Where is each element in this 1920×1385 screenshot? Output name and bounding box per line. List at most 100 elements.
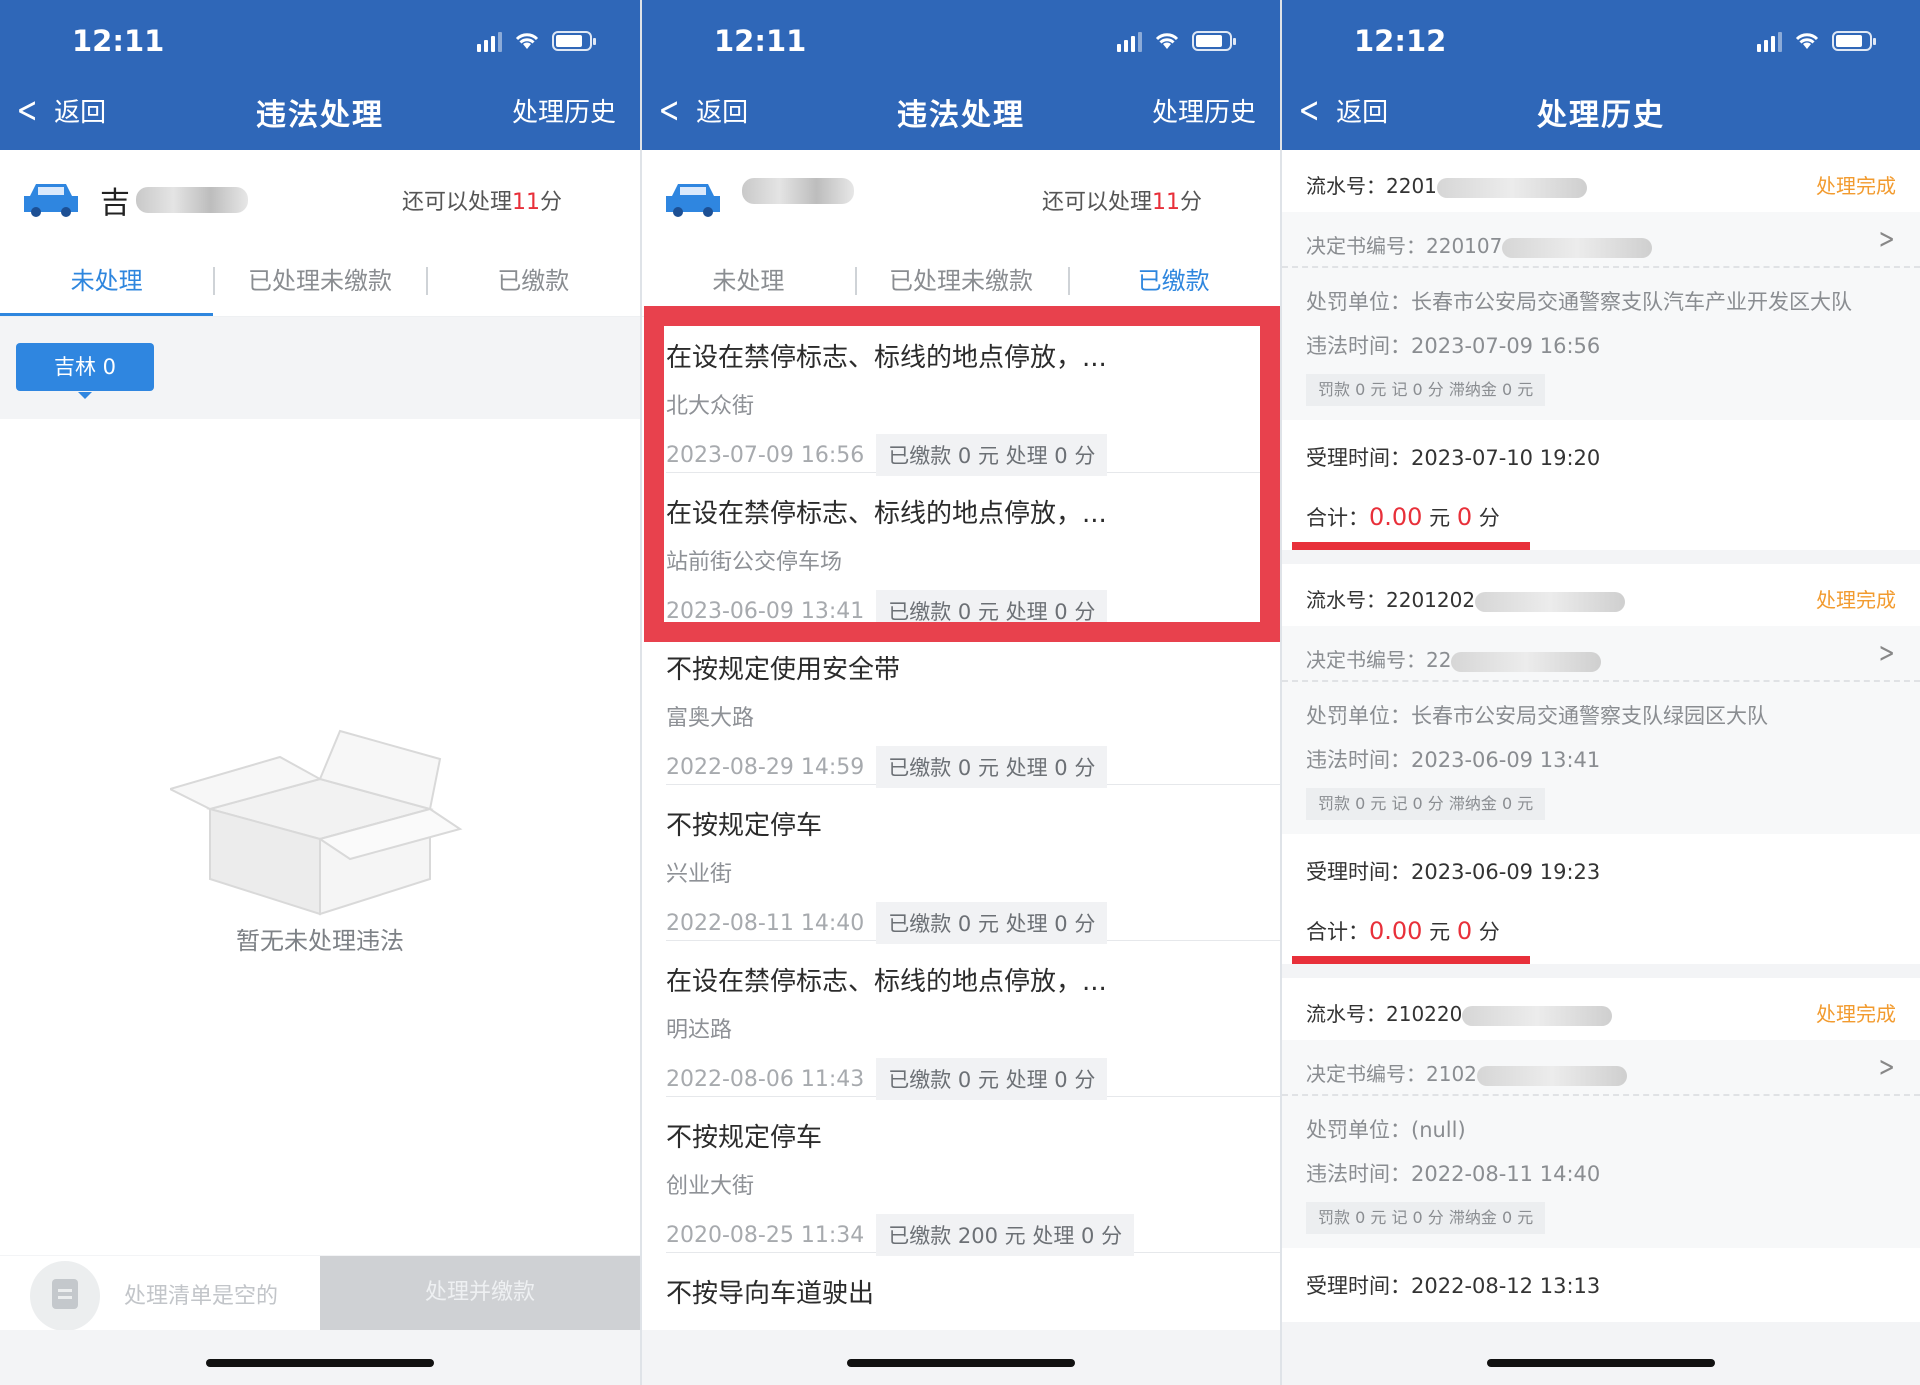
- vehicle-row: 还可以处理11分: [642, 150, 1280, 245]
- status-label: 处理完成: [1816, 174, 1896, 198]
- violation-location: 明达路: [666, 1018, 733, 1043]
- payment-tag: 已缴款 0 元 处理 0 分: [876, 1058, 1108, 1100]
- phone-unprocessed: 12:11 < 返回 违法处理 处理历史 吉 还可以处理11分 未处理 已处理未缴…: [0, 0, 640, 1385]
- status-bar: 12:11: [642, 24, 1280, 64]
- tab-paid[interactable]: 已缴款: [427, 245, 640, 316]
- total-money-unit: 元: [1429, 920, 1451, 944]
- status-time: 12:11: [72, 24, 165, 58]
- quota-prefix: 还可以处理: [401, 190, 512, 215]
- violation-item[interactable]: 在设在禁停标志、标线的地点停放，... 明达路 2022-08-06 11:43…: [666, 941, 1280, 1100]
- violation-item[interactable]: 不按规定使用安全带 富奥大路 2022-08-29 14:59 已缴款 0 元 处…: [666, 629, 1280, 788]
- serial-number: 流水号：2201202: [1306, 584, 1626, 613]
- decision-row[interactable]: 决定书编号：22 >: [1282, 626, 1920, 682]
- phone-history: 12:12 < 返回 处理历史 流水号：2201 处理完成 决定书编号：220107…: [1280, 0, 1920, 1385]
- total-points: 0: [1456, 503, 1473, 531]
- status-time: 12:12: [1354, 24, 1447, 58]
- signal-icon: [1757, 30, 1782, 52]
- signal-icon: [1117, 30, 1142, 52]
- total-money: 0.00: [1369, 917, 1423, 945]
- total-row: 合计：0.00 元 0 分: [1282, 494, 1920, 550]
- home-indicator[interactable]: [847, 1359, 1075, 1367]
- tab-divider: [855, 267, 857, 295]
- history-link[interactable]: 处理历史: [512, 92, 616, 129]
- quota-unit: 分: [539, 190, 562, 215]
- accept-time: 受理时间：2023-07-10 19:20: [1306, 446, 1601, 470]
- tab-divider: [213, 267, 215, 295]
- violation-item[interactable]: 不按导向车道驶出: [666, 1253, 1280, 1330]
- signal-icon: [477, 30, 502, 52]
- car-icon: [24, 184, 78, 217]
- status-icons: [477, 30, 596, 52]
- violation-time: 2022-08-29 14:59: [666, 754, 865, 780]
- page-title: 处理历史: [1537, 98, 1665, 133]
- empty-state: 暂无未处理违法: [0, 419, 640, 1255]
- tab-processed-unpaid[interactable]: 已处理未缴款: [213, 245, 426, 316]
- phone-paid: 12:11 < 返回 违法处理 处理历史 还可以处理11分 未处理 已处理未缴款 …: [640, 0, 1280, 1385]
- chevron-right-icon: >: [1878, 1050, 1895, 1083]
- total-money: 0.00: [1369, 503, 1423, 531]
- total-row: 合计：0.00 元 0 分: [1282, 908, 1920, 964]
- history-card: 流水号：2201202 处理完成 决定书编号：22 > 处罚单位：长春市公安局交通警…: [1282, 564, 1920, 964]
- plate-number: [742, 178, 854, 204]
- home-indicator[interactable]: [1487, 1359, 1715, 1367]
- total-points-unit: 分: [1478, 506, 1500, 530]
- history-link[interactable]: 处理历史: [1152, 92, 1256, 129]
- highlight-annotation: [644, 306, 1280, 642]
- penalty-details: 处罚单位：(null) 违法时间：2022-08-11 14:40 罚款 0 元…: [1282, 1096, 1920, 1248]
- violation-location: 创业大街: [666, 1174, 755, 1199]
- violation-item[interactable]: 不按规定停车 兴业街 2022-08-11 14:40 已缴款 0 元 处理 0 …: [666, 785, 1280, 944]
- penalty-unit: 处罚单位：(null): [1306, 1118, 1466, 1142]
- region-chip[interactable]: 吉林 0: [16, 343, 154, 399]
- tab-unprocessed[interactable]: 未处理: [0, 245, 214, 316]
- battery-icon: [552, 31, 596, 51]
- penalty-details: 处罚单位：长春市公安局交通警察支队绿园区大队 违法时间：2023-06-09 1…: [1282, 682, 1920, 834]
- status-label: 处理完成: [1816, 1002, 1896, 1026]
- score-quota: 还可以处理11分: [402, 184, 562, 216]
- penalty-unit: 处罚单位：长春市公安局交通警察支队汽车产业开发区大队: [1306, 290, 1852, 314]
- tab-divider: [1068, 267, 1070, 295]
- violation-time: 2022-08-06 11:43: [666, 1066, 865, 1092]
- score-quota: 还可以处理11分: [1042, 184, 1202, 216]
- process-list[interactable]: 处理清单是空的: [0, 1256, 320, 1331]
- decision-blur: [1451, 651, 1602, 672]
- nav-bar: < 返回 违法处理 处理历史: [0, 90, 640, 136]
- nav-bar: < 返回 处理历史: [1282, 90, 1920, 136]
- decision-row[interactable]: 决定书编号：220107 >: [1282, 212, 1920, 268]
- status-bar: 12:12: [1282, 24, 1920, 64]
- empty-box-icon: [170, 729, 463, 916]
- process-and-pay-button[interactable]: 处理并缴款: [320, 1256, 640, 1330]
- red-underline: [1292, 956, 1530, 964]
- violation-title: 不按规定使用安全带: [666, 655, 901, 685]
- top-bar: 12:12 < 返回 处理历史: [1282, 0, 1920, 150]
- accept-time: 受理时间：2023-06-09 19:23: [1306, 860, 1601, 884]
- home-indicator[interactable]: [206, 1359, 434, 1367]
- violation-location: 富奥大路: [666, 706, 755, 731]
- wifi-icon: [1795, 33, 1819, 49]
- battery-icon: [1192, 31, 1236, 51]
- total-points-unit: 分: [1478, 920, 1500, 944]
- violation-time: 2020-08-25 11:34: [666, 1222, 865, 1248]
- history-list: 流水号：2201 处理完成 决定书编号：220107 > 处罚单位：长春市公安局交通…: [1282, 150, 1920, 1330]
- violation-title: 不按规定停车: [666, 811, 823, 841]
- decision-row[interactable]: 决定书编号：2102 >: [1282, 1040, 1920, 1096]
- serial-blur: [1475, 591, 1626, 612]
- quota-number: 11: [1151, 190, 1180, 215]
- violation-title: 在设在禁停标志、标线的地点停放，...: [666, 967, 1107, 997]
- bottom-action-bar: 处理清单是空的 处理并缴款: [0, 1256, 640, 1331]
- wifi-icon: [1155, 33, 1179, 49]
- violation-item[interactable]: 不按规定停车 创业大街 2020-08-25 11:34 已缴款 200 元 处理…: [666, 1097, 1280, 1256]
- home-area: [642, 1330, 1280, 1385]
- plate-blur: [136, 187, 248, 213]
- decision-blur: [1476, 1065, 1627, 1086]
- status-time: 12:11: [714, 24, 807, 58]
- decision-number: 决定书编号：22: [1306, 644, 1602, 673]
- plate-blur: [742, 178, 854, 204]
- total-label: 合计：: [1306, 920, 1369, 944]
- accept-time: 受理时间：2022-08-12 13:13: [1306, 1274, 1601, 1298]
- list-icon: [30, 1261, 100, 1331]
- plate-number: 吉: [100, 178, 248, 222]
- top-bar: 12:11 < 返回 违法处理 处理历史: [0, 0, 640, 150]
- wifi-icon: [515, 33, 539, 49]
- status-icons: [1117, 30, 1236, 52]
- fine-tags: 罚款 0 元 记 0 分 滞纳金 0 元: [1306, 1202, 1546, 1234]
